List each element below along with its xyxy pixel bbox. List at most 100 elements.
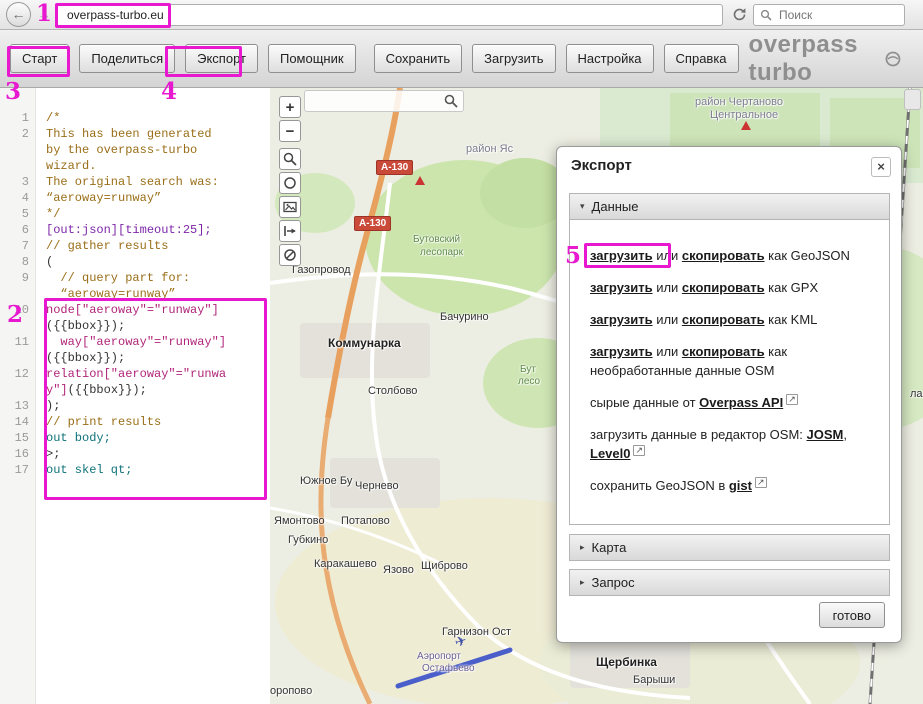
url-input[interactable] — [55, 4, 723, 26]
line-number: 6 — [0, 222, 36, 238]
section-content: загрузить или скопировать как GeoJSON заг… — [569, 220, 890, 525]
map-image-button[interactable] — [279, 196, 301, 218]
external-link-icon: ↗ — [786, 394, 798, 405]
zoom-out-button[interactable]: − — [279, 120, 301, 142]
toolbar-button-start[interactable]: Старт — [10, 44, 69, 73]
dialog-text: , — [843, 427, 847, 442]
done-button[interactable]: готово — [819, 602, 885, 628]
code-row: 14// print results — [0, 414, 270, 430]
query-editor[interactable]: 1/*2This has been generatedby the overpa… — [0, 88, 270, 704]
browser-search-box[interactable] — [753, 4, 905, 26]
toolbar-button-save[interactable]: Сохранить — [374, 44, 463, 73]
turbo-globe-icon — [885, 48, 901, 70]
dialog-text: или — [653, 312, 682, 327]
code-row: 15out body; — [0, 430, 270, 446]
code-line: This has been generated — [36, 126, 212, 142]
line-number: 1 — [0, 110, 36, 126]
map-label: Потапово — [341, 515, 390, 527]
no-entry-icon — [283, 248, 297, 262]
map-label: Аэропорт — [417, 651, 461, 662]
map-label: Бутовский — [413, 234, 460, 245]
toolbar-button-settings[interactable]: Настройка — [566, 44, 654, 73]
dialog-text: как — [765, 344, 788, 359]
section-query[interactable]: ▸Запрос — [569, 569, 890, 596]
toolbar-button-share[interactable]: Поделиться — [79, 44, 175, 73]
toolbar-button-helper[interactable]: Помощник — [268, 44, 356, 73]
dialog-link[interactable]: Level0 — [590, 446, 630, 461]
dialog-link[interactable]: скопировать — [682, 312, 765, 327]
map-disable-button[interactable] — [279, 244, 301, 266]
back-button[interactable]: ← — [6, 2, 31, 27]
map-label: лесопарк — [420, 247, 463, 258]
code-line: node["aeroway"="runway"] — [36, 302, 219, 318]
code-line: [out:json][timeout:25]; — [36, 222, 212, 238]
map-label: ла — [910, 388, 923, 400]
code-row: y"]({{bbox}}); — [0, 382, 270, 398]
close-button[interactable]: × — [871, 157, 891, 177]
map-locate-button[interactable] — [279, 148, 301, 170]
line-number: 15 — [0, 430, 36, 446]
dialog-text: как GeoJSON — [765, 248, 850, 263]
caret-down-icon: ▾ — [580, 201, 585, 212]
code-row: by the overpass-turbo — [0, 142, 270, 158]
dialog-link[interactable]: Overpass API — [699, 395, 783, 410]
logo-text: overpass turbo — [749, 31, 880, 87]
map-label: Остафьево — [422, 663, 475, 674]
line-number: 10 — [0, 302, 36, 318]
scrollbar-thumb[interactable] — [904, 89, 921, 110]
toolbar-button-export[interactable]: Экспорт — [185, 44, 258, 73]
toolbar-button-load[interactable]: Загрузить — [472, 44, 555, 73]
line-number: 8 — [0, 254, 36, 270]
code-row: 16>; — [0, 446, 270, 462]
code-row: 1/* — [0, 110, 270, 126]
code-line: ( — [36, 254, 53, 270]
line-number — [0, 318, 36, 334]
dialog-text: или — [653, 344, 682, 359]
code-line: “aeroway=runway” — [36, 286, 176, 302]
code-line: // gather results — [36, 238, 168, 254]
line-number: 3 — [0, 174, 36, 190]
map-label: Южное Бу — [300, 475, 352, 487]
code-line: wizard. — [36, 158, 96, 174]
toolbar-button-help[interactable]: Справка — [664, 44, 739, 73]
dialog-link[interactable]: загрузить — [590, 344, 653, 359]
code-row: 8( — [0, 254, 270, 270]
dialog-link[interactable]: загрузить — [590, 312, 653, 327]
dialog-row: загрузить или скопировать как GPX — [590, 278, 873, 297]
section-data[interactable]: ▾ Данные — [569, 193, 890, 220]
map-label: оропово — [270, 685, 312, 697]
dialog-link[interactable]: загрузить — [590, 280, 653, 295]
zoom-in-button[interactable]: + — [279, 96, 301, 118]
map-circle-button[interactable] — [279, 172, 301, 194]
code-row: “aeroway=runway” — [0, 286, 270, 302]
forward-arrow-icon: → — [37, 6, 51, 22]
browser-search-input[interactable] — [777, 7, 887, 23]
map-label: Бут — [520, 364, 536, 375]
section-map[interactable]: ▸Карта — [569, 534, 890, 561]
dialog-link[interactable]: загрузить — [590, 248, 653, 263]
map-measure-button[interactable] — [279, 220, 301, 242]
dialog-link[interactable]: скопировать — [682, 280, 765, 295]
dialog-link[interactable]: скопировать — [682, 248, 765, 263]
forward-button[interactable]: → — [37, 6, 51, 22]
code-line: y"]({{bbox}}); — [36, 382, 147, 398]
map-search-box[interactable] — [304, 90, 464, 112]
refresh-button[interactable] — [727, 5, 749, 25]
map-label: Щербинка — [596, 655, 657, 669]
search-icon — [760, 9, 772, 21]
external-link-icon: ↗ — [755, 477, 767, 488]
application-window: ← → Старт Поделиться Экспорт Помощник Сохран… — [0, 0, 923, 704]
code-line: ({{bbox}}); — [36, 318, 125, 334]
zoom-controls: + − — [279, 96, 301, 142]
road-ref-badge: А-130 — [354, 216, 391, 231]
section-label: Карта — [592, 540, 627, 555]
dialog-link[interactable]: gist — [729, 478, 752, 493]
line-number: 9 — [0, 270, 36, 286]
code-row: 9 // query part for: — [0, 270, 270, 286]
section-label: Данные — [592, 199, 639, 214]
dialog-link[interactable]: JOSM — [807, 427, 844, 442]
code-line: relation["aeroway"="runwa — [36, 366, 226, 382]
dialog-link[interactable]: скопировать — [682, 344, 765, 359]
line-number — [0, 382, 36, 398]
caret-right-icon: ▸ — [580, 577, 585, 588]
